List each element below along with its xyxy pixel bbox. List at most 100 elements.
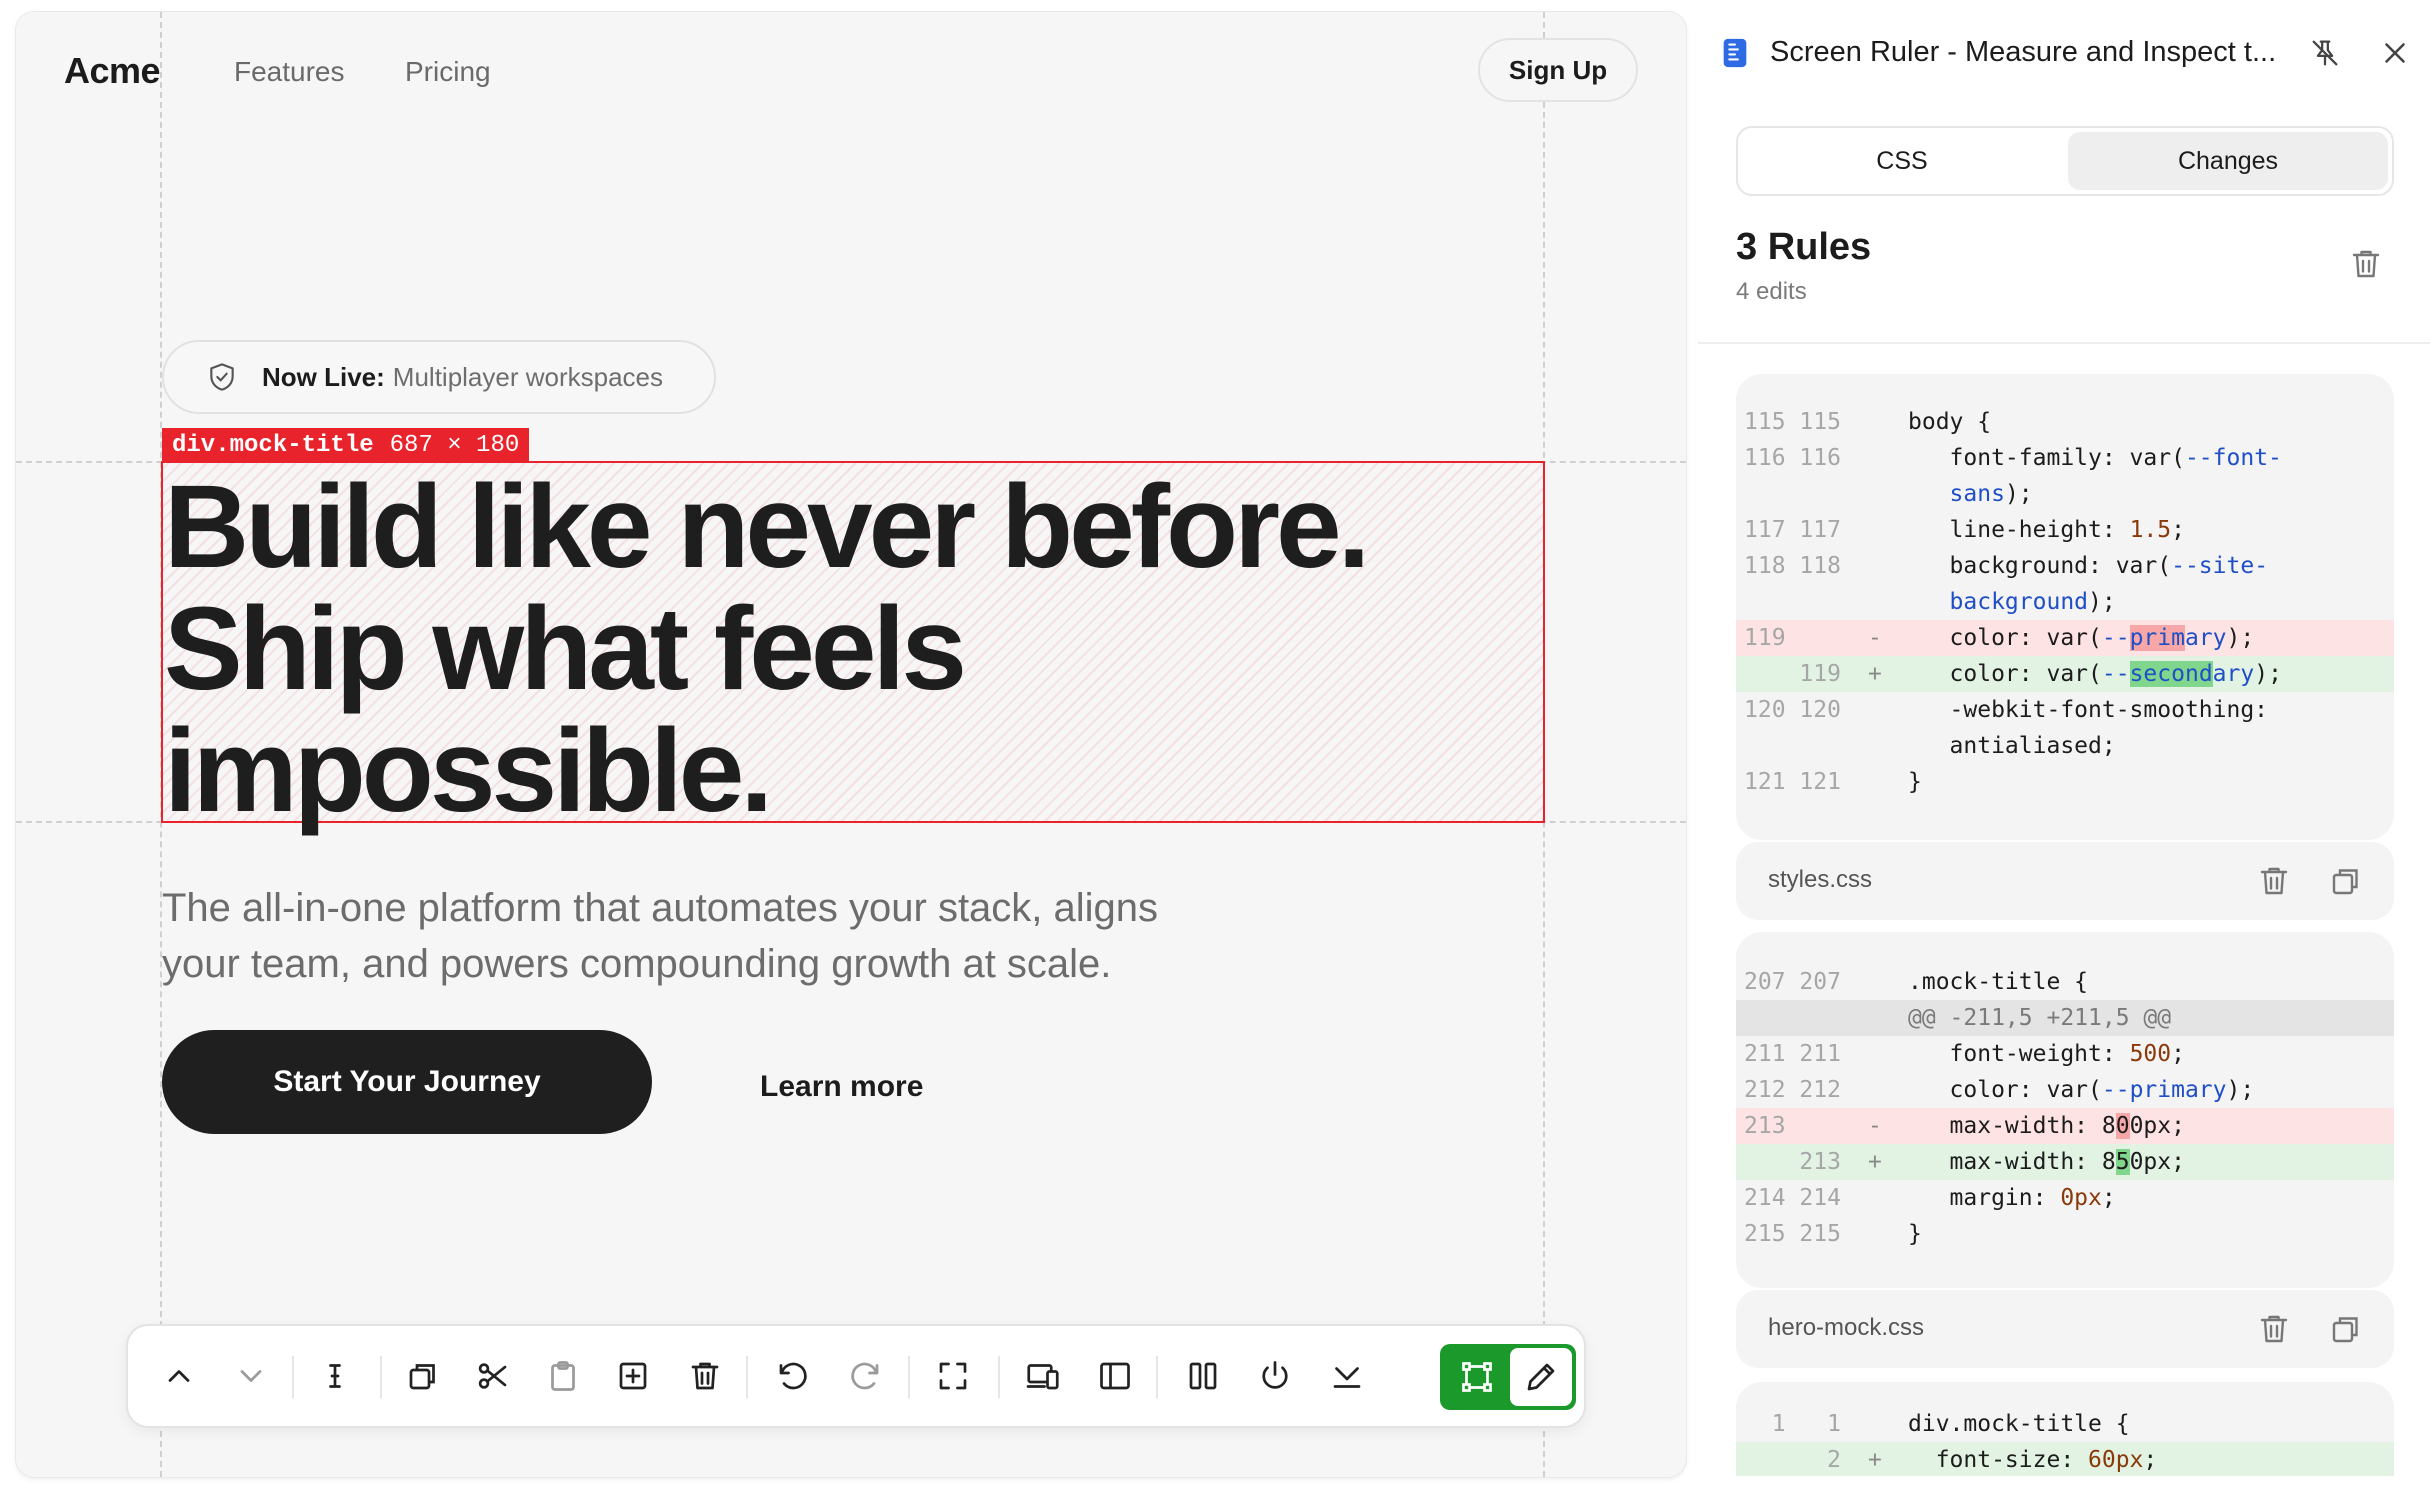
diff-line-number: 213: [1744, 1149, 1841, 1175]
editor-toolbar: [126, 1324, 1586, 1428]
diff-card: 115 115 body {116 116 font-family: var(--…: [1736, 374, 2394, 840]
diff-code: 1 1 div.mock-title { 2 + font-size: 60px;: [1736, 1382, 2394, 1476]
diff-code: 207 207 .mock-title {@@ -211,5 +211,5 @@ 2…: [1736, 932, 2394, 1252]
chevron-down-icon[interactable]: [226, 1351, 276, 1401]
fullscreen-icon[interactable]: [928, 1351, 978, 1401]
text-cursor-icon[interactable]: [310, 1351, 360, 1401]
clipboard-icon[interactable]: [538, 1351, 588, 1401]
diff-line: 121 121}: [1736, 764, 2394, 800]
diff-line: @@ -211,5 +211,5 @@: [1736, 1000, 2394, 1036]
diff-filename: hero-mock.css: [1768, 1314, 1925, 1341]
devices-icon[interactable]: [1018, 1351, 1068, 1401]
diff-line: 214 214 margin: 0px;: [1736, 1180, 2394, 1216]
start-journey-button[interactable]: Start Your Journey: [162, 1030, 652, 1134]
inspector-panel: Screen Ruler - Measure and Inspect t... …: [1698, 0, 2430, 1488]
trash-icon[interactable]: [2256, 863, 2292, 899]
diff-line-number: 213: [1744, 1113, 1841, 1139]
trash-icon[interactable]: [2348, 246, 2384, 282]
diff-line: 213 - max-width: 800px;: [1736, 1108, 2394, 1144]
diff-code-text: }: [1908, 769, 1922, 795]
diff-line-number: 211 211: [1744, 1041, 1841, 1067]
diff-line: 207 207 .mock-title {: [1736, 964, 2394, 1000]
copy-icon[interactable]: [2328, 1311, 2364, 1347]
hero-subtitle-line: your team, and powers compounding growth…: [162, 942, 1112, 986]
add-element-icon[interactable]: [608, 1351, 658, 1401]
chevron-up-icon[interactable]: [154, 1351, 204, 1401]
power-icon[interactable]: [1250, 1351, 1300, 1401]
diff-code-text: color: var(--secondary);: [1908, 661, 2282, 687]
diff-code-text: color: var(--primary);: [1908, 625, 2255, 651]
diff-code-text: .mock-title {: [1908, 969, 2089, 995]
hero-title-line: impossible.: [164, 705, 773, 837]
undo-icon[interactable]: [768, 1351, 818, 1401]
pin-icon[interactable]: [2308, 36, 2342, 70]
hero-title-line: Build like never before.: [164, 461, 1370, 593]
sign-up-button[interactable]: Sign Up: [1478, 38, 1638, 102]
hero-subtitle-line: The all-in-one platform that automates y…: [162, 886, 1159, 930]
badge-text: Multiplayer workspaces: [392, 361, 664, 392]
diff-line: 119 + color: var(--secondary);: [1736, 656, 2394, 692]
diff-code-text: }: [1908, 1221, 1922, 1247]
measure-label: div.mock-title 687 × 180: [162, 428, 530, 462]
nav-pricing[interactable]: Pricing: [405, 56, 491, 88]
site-logo[interactable]: Acme: [64, 50, 161, 92]
sidebar-icon[interactable]: [1090, 1351, 1140, 1401]
diff-line-number: 120 120: [1744, 697, 1841, 723]
shield-check-icon: [210, 363, 234, 391]
select-frame-icon[interactable]: [1446, 1348, 1508, 1406]
diff-line: 116 116 font-family: var(--font-: [1736, 440, 2394, 476]
panel-divider: [1698, 342, 2430, 344]
diff-filename: styles.css: [1768, 866, 1873, 893]
badge-strong: Now Live:: [262, 361, 385, 392]
duplicate-icon[interactable]: [398, 1351, 448, 1401]
tab-css[interactable]: CSS: [1742, 132, 2062, 190]
diff-line: 2 + font-size: 60px;: [1736, 1442, 2394, 1476]
diff-code-text: line-height: 1.5;: [1908, 517, 2185, 543]
diff-line: 215 215}: [1736, 1216, 2394, 1252]
diff-file-footer: styles.css: [1736, 842, 2394, 920]
trash-icon[interactable]: [2256, 1311, 2292, 1347]
download-icon[interactable]: [1322, 1351, 1372, 1401]
toolbar-divider: [908, 1356, 910, 1398]
diff-line: 212 212 color: var(--primary);: [1736, 1072, 2394, 1108]
columns-icon[interactable]: [1178, 1351, 1228, 1401]
diff-line-number: 214 214: [1744, 1185, 1841, 1211]
measure-selector: div.mock-title: [172, 431, 374, 459]
scissors-icon[interactable]: [468, 1351, 518, 1401]
diff-line-number: 118 118: [1744, 553, 1841, 579]
diff-line: 118 118 background: var(--site-: [1736, 548, 2394, 584]
diff-line-number: 1 1: [1744, 1411, 1841, 1437]
learn-more-link[interactable]: Learn more: [760, 1070, 923, 1104]
diff-line: 115 115 body {: [1736, 404, 2394, 440]
diff-line-number: 119: [1744, 625, 1841, 651]
ruler-extension-icon: [1723, 38, 1747, 68]
hero-title[interactable]: Build like never before. Ship what feels…: [164, 466, 1564, 832]
diff-line-number: 117 117: [1744, 517, 1841, 543]
diff-line: 211 211 font-weight: 500;: [1736, 1036, 2394, 1072]
website-preview: Acme Features Pricing Sign Up Now Live: …: [16, 12, 1686, 1477]
nav-features[interactable]: Features: [234, 56, 345, 88]
announcement-badge[interactable]: Now Live: Multiplayer workspaces: [162, 340, 716, 414]
diff-line-number: 2: [1744, 1447, 1841, 1473]
diff-code-text: color: var(--primary);: [1908, 1077, 2255, 1103]
redo-icon[interactable]: [840, 1351, 890, 1401]
diff-card: 1 1 div.mock-title { 2 + font-size: 60px;: [1736, 1382, 2394, 1476]
edit-pencil-icon[interactable]: [1510, 1348, 1572, 1406]
tab-changes[interactable]: Changes: [2068, 132, 2388, 190]
diff-code-text: font-size: 60px;: [1908, 1447, 2158, 1473]
trash-icon[interactable]: [680, 1351, 730, 1401]
diff-code-text: background: var(--site-: [1908, 553, 2269, 579]
copy-icon[interactable]: [2328, 863, 2364, 899]
inspect-mode-toggle[interactable]: [1440, 1344, 1576, 1410]
diff-code-text: font-weight: 500;: [1908, 1041, 2185, 1067]
diff-line-number: 212 212: [1744, 1077, 1841, 1103]
diff-line: 1 1 div.mock-title {: [1736, 1406, 2394, 1442]
toolbar-divider: [292, 1356, 294, 1398]
measure-size: 687 × 180: [389, 431, 520, 459]
diff-sign: -: [1868, 1113, 1882, 1139]
close-icon[interactable]: [2378, 36, 2412, 70]
edits-count: 4 edits: [1736, 278, 1807, 305]
diff-card: 207 207 .mock-title {@@ -211,5 +211,5 @@ 2…: [1736, 932, 2394, 1288]
diff-file-footer: hero-mock.css: [1736, 1290, 2394, 1368]
diff-line-number: 116 116: [1744, 445, 1841, 471]
